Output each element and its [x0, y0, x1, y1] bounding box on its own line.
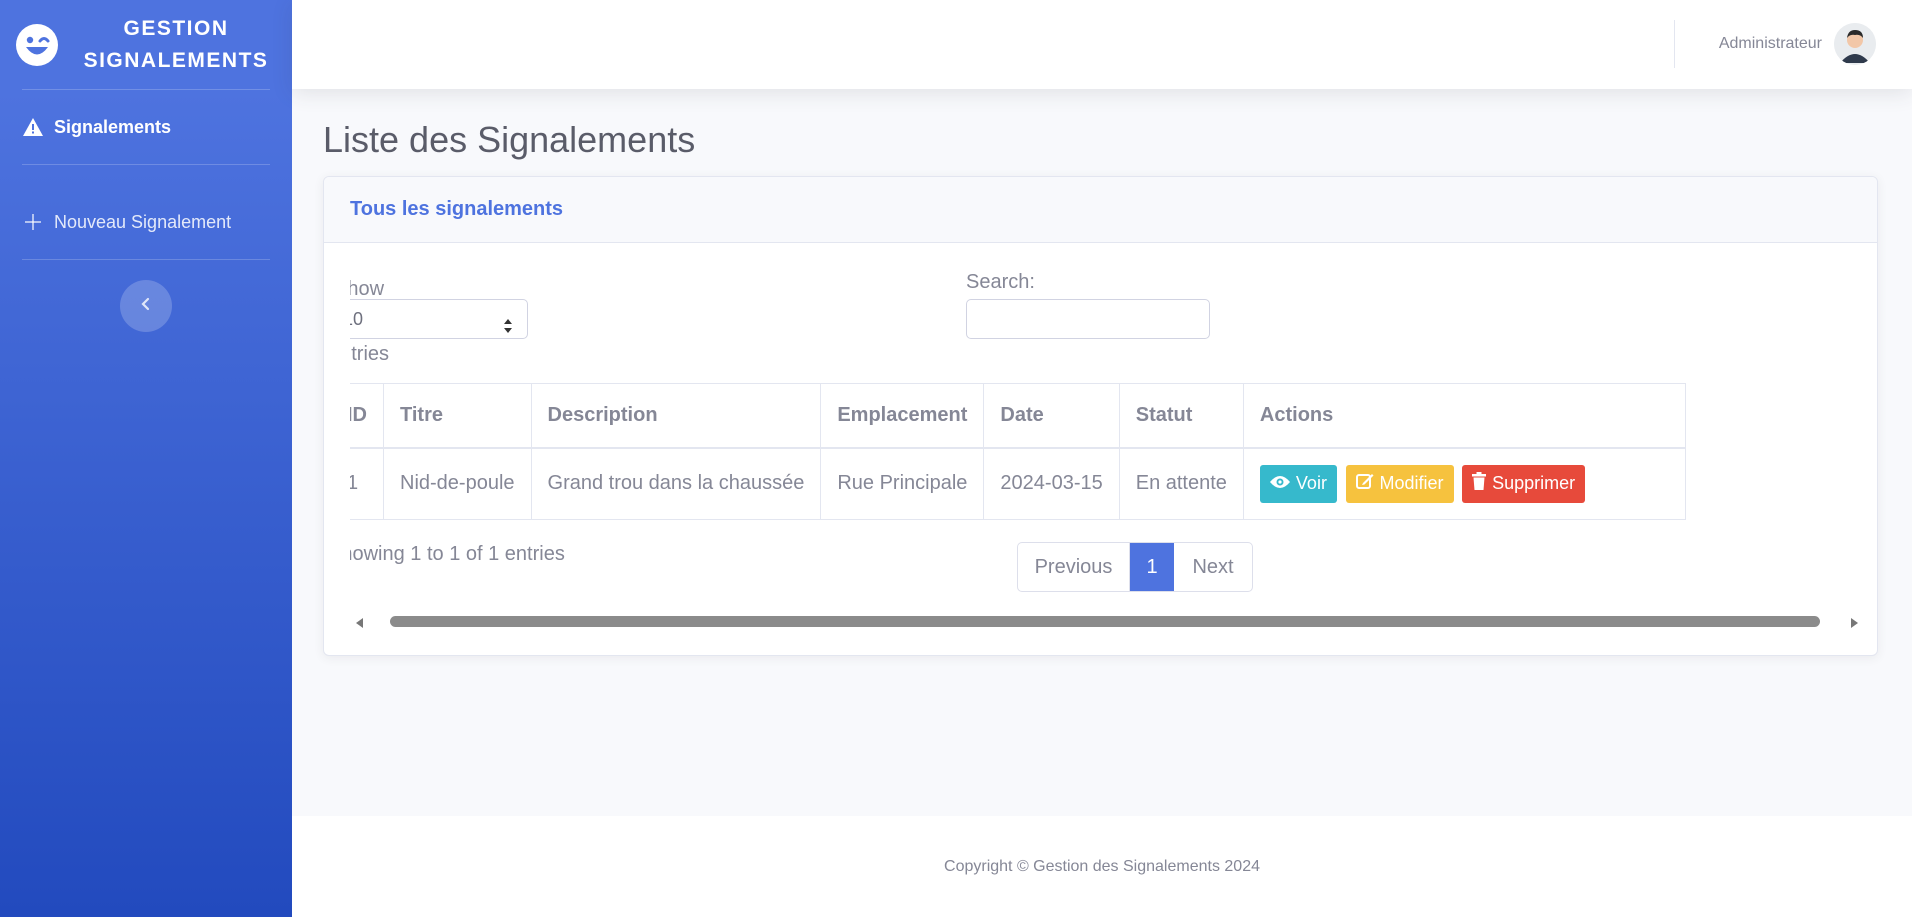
user-name: Administrateur — [1718, 35, 1822, 52]
topbar-divider — [1674, 20, 1675, 68]
select-caret-icon — [503, 310, 513, 333]
cell-emplacement: Rue Principale — [820, 447, 985, 520]
cell-id: 1 — [350, 447, 384, 520]
cell-actions: Voir Modifier Supprimer — [1242, 447, 1686, 520]
user-dropdown[interactable]: Administrateur — [1719, 22, 1876, 66]
scrollbar-thumb[interactable] — [390, 616, 1820, 627]
modifier-button[interactable]: Modifier — [1345, 464, 1454, 503]
sidebar-toggle-button[interactable] — [120, 280, 172, 332]
sidebar-divider — [22, 259, 270, 260]
horizontal-scrollbar[interactable] — [350, 611, 1864, 629]
sidebar-item-label: Signalements — [54, 116, 172, 137]
column-header-description[interactable]: Description — [530, 383, 822, 449]
eye-icon — [1269, 473, 1296, 494]
column-header-id[interactable]: ID — [350, 383, 384, 449]
table-wrapper: Show 10 entries Search: ID — [350, 243, 1870, 655]
table-scroll-area[interactable]: Show 10 entries Search: ID — [350, 243, 1870, 655]
scroll-right-arrow-icon[interactable] — [1850, 615, 1858, 633]
search-input[interactable] — [966, 299, 1210, 339]
table-header-row: ID Titre Description Emplacement Date St… — [350, 383, 1686, 449]
pagination: Previous 1 Next — [1017, 542, 1253, 592]
page-title: Liste des Signalements — [323, 119, 696, 160]
table-row: 1 Nid-de-poule Grand trou dans la chauss… — [350, 447, 1686, 520]
sidebar-item-label: Nouveau Signalement — [54, 211, 232, 232]
pagination-page-1[interactable]: 1 — [1130, 543, 1174, 591]
supprimer-label: Supprimer — [1492, 473, 1576, 494]
laugh-wink-icon — [16, 23, 58, 66]
main-content: Liste des Signalements Tous les signalem… — [292, 89, 1912, 816]
card-body: Show 10 entries Search: ID — [324, 243, 1877, 655]
signalements-table: ID Titre Description Emplacement Date St… — [350, 383, 1686, 520]
topbar: Administrateur — [292, 0, 1912, 89]
length-label-after: entries — [350, 343, 390, 365]
scroll-left-arrow-icon[interactable] — [356, 615, 364, 633]
supprimer-button[interactable]: Supprimer — [1462, 464, 1586, 503]
entries-length-select[interactable]: 10 — [350, 299, 528, 339]
sidebar-item-signalements[interactable]: Signalements — [0, 90, 292, 164]
sidebar-brand[interactable]: GESTION SIGNALEMENTS — [0, 0, 292, 89]
cell-titre: Nid-de-poule — [383, 447, 532, 520]
copyright-text: Copyright © Gestion des Signalements 202… — [944, 857, 1260, 875]
column-header-titre[interactable]: Titre — [383, 383, 532, 449]
footer: Copyright © Gestion des Signalements 202… — [292, 816, 1912, 917]
entries-length-value: 10 — [350, 309, 364, 329]
column-header-actions: Actions — [1242, 383, 1686, 449]
sidebar-item-nouveau-signalement[interactable]: Nouveau Signalement — [0, 185, 292, 259]
chevron-left-icon — [141, 297, 151, 316]
cell-date: 2024-03-15 — [983, 447, 1120, 520]
cell-statut: En attente — [1118, 447, 1244, 520]
column-header-date[interactable]: Date — [983, 383, 1120, 449]
edit-icon — [1355, 472, 1380, 495]
modifier-label: Modifier — [1379, 473, 1444, 494]
avatar — [1834, 23, 1876, 65]
voir-button[interactable]: Voir — [1259, 464, 1337, 503]
search-label: Search: — [966, 271, 1035, 293]
voir-label: Voir — [1295, 473, 1327, 494]
pagination-next[interactable]: Next — [1174, 543, 1252, 591]
pagination-previous[interactable]: Previous — [1018, 543, 1130, 591]
column-header-emplacement[interactable]: Emplacement — [820, 383, 985, 449]
column-header-statut[interactable]: Statut — [1118, 383, 1244, 449]
trash-icon — [1472, 472, 1492, 495]
plus-icon — [22, 211, 44, 233]
brand-name: GESTION SIGNALEMENTS — [76, 13, 276, 77]
signalements-card: Tous les signalements Show 10 entries Se… — [323, 176, 1878, 656]
card-header: Tous les signalements — [324, 177, 1877, 243]
table-info: Showing 1 to 1 of 1 entries — [350, 543, 565, 565]
brand-line-2: SIGNALEMENTS — [83, 48, 269, 72]
sidebar: GESTION SIGNALEMENTS Signalements Nouvea… — [0, 0, 292, 917]
cell-description: Grand trou dans la chaussée — [530, 447, 822, 520]
warning-icon — [22, 116, 44, 138]
brand-line-1: GESTION — [123, 16, 229, 40]
